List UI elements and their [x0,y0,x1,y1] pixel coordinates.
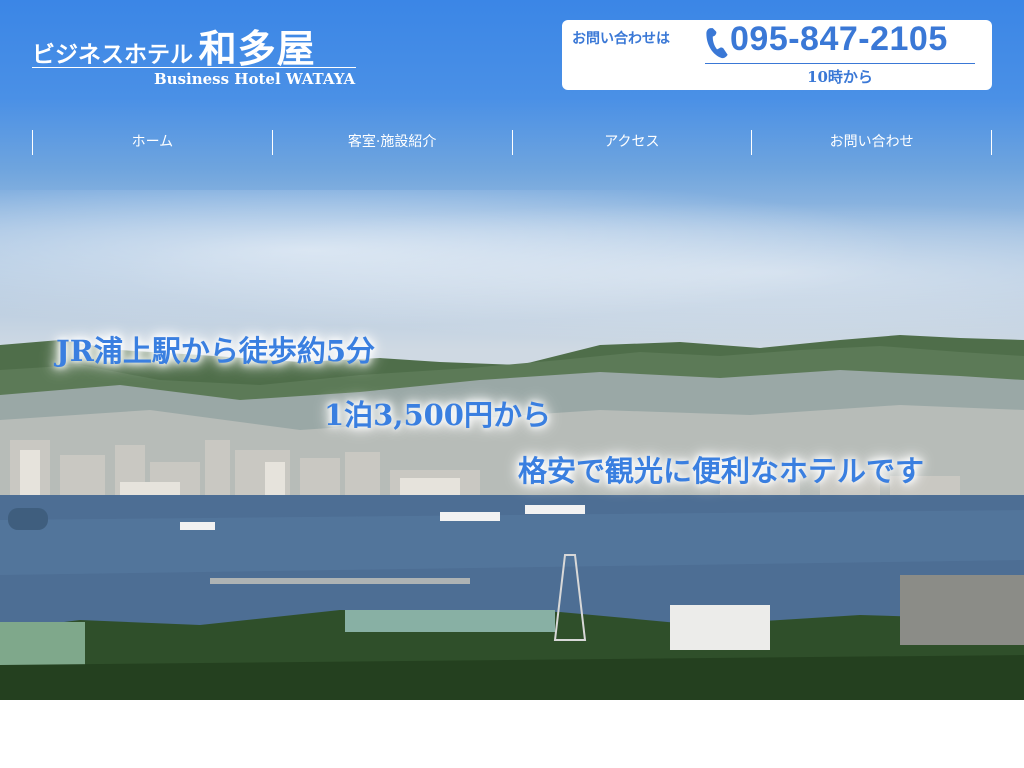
logo-big-text: 和多屋 [198,26,316,71]
nav-item-home[interactable]: ホーム [32,130,272,155]
contact-label: お問い合わせは [572,31,670,47]
phone-underline [705,63,975,64]
hero-copy-line-2: 1泊3,500円から [324,398,551,432]
site-logo[interactable]: ビジネスホテル 和多屋 [32,18,316,73]
contact-box: お問い合わせは 095-847-2105 10時から [562,20,992,90]
main-nav: ホーム 客室·施設紹介 アクセス お問い合わせ [32,130,992,155]
logo-english-text: Business Hotel WATAYA [154,70,356,88]
logo-underline [32,67,356,68]
logo-small-text: ビジネスホテル [32,41,193,68]
nav-item-contact[interactable]: お問い合わせ [751,130,992,155]
hero-copy-line-3: 格安で観光に便利なホテルです [518,454,925,488]
phone-number[interactable]: 095-847-2105 [730,20,948,59]
nav-item-access[interactable]: アクセス [511,130,752,155]
nav-item-rooms[interactable]: 客室·施設紹介 [271,130,512,155]
phone-hours: 10時から [807,68,873,86]
hero-copy-line-1: JR浦上駅から徒歩約5分 [56,334,376,368]
phone-icon [706,28,728,59]
content-area [0,700,1024,768]
